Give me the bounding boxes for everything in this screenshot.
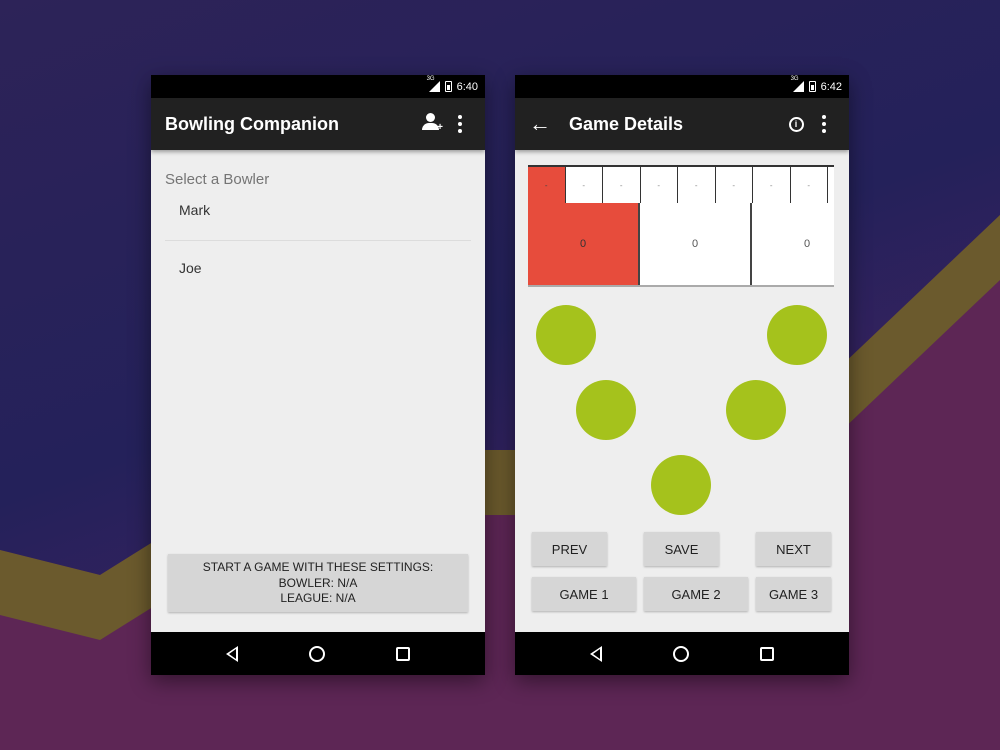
clock: 6:40 [456, 80, 478, 93]
ball-cell[interactable]: - [565, 167, 603, 203]
pin-6[interactable] [726, 380, 786, 440]
status-bar: 3G 6:40 [151, 75, 485, 98]
status-bar: 3G 6:42 [515, 75, 849, 98]
nav-home-icon[interactable] [672, 645, 689, 662]
add-person-icon: + [421, 112, 443, 133]
ball-cell[interactable]: - [640, 167, 678, 203]
overflow-menu-icon [815, 115, 833, 133]
phone-screen-bowler-select: 3G 6:40 Bowling Companion + Select a Bow… [151, 75, 485, 675]
overflow-menu-icon [451, 115, 469, 133]
scoresheet[interactable]: - - - - - - - - - 0 0 0 [528, 165, 834, 287]
ball-cell[interactable]: - [753, 167, 791, 203]
ball-cell[interactable]: - [528, 167, 566, 203]
battery-icon [444, 81, 452, 92]
nav-back-icon[interactable] [590, 645, 603, 662]
phone-screen-game-details: 3G 6:42 ← Game Details i - - - - - - - -… [515, 75, 849, 675]
app-title: Bowling Companion [165, 113, 339, 134]
clock: 6:42 [820, 80, 842, 93]
pin-1[interactable] [651, 455, 711, 515]
game-1-button[interactable]: GAME 1 [532, 577, 636, 611]
game-2-button[interactable]: GAME 2 [644, 577, 748, 611]
ball-row: - - - - - - - - - [528, 165, 834, 203]
ball-cell[interactable]: - [828, 167, 834, 203]
screen-title: Game Details [569, 113, 684, 134]
frame-score[interactable]: 0 [528, 203, 640, 285]
prev-button[interactable]: PREV [532, 532, 607, 566]
frame-row: 0 0 0 [528, 203, 834, 285]
frame-score[interactable]: 0 [640, 203, 752, 285]
add-bowler-button[interactable]: + [417, 112, 447, 137]
info-icon: i [788, 116, 804, 132]
start-button-line: START A GAME WITH THESE SETTINGS: [202, 560, 434, 574]
pin-4[interactable] [576, 380, 636, 440]
bowler-list-item[interactable]: Joe [165, 241, 471, 287]
navigation-bar [151, 632, 485, 675]
ball-cell[interactable]: - [790, 167, 828, 203]
signal-icon: 3G [427, 76, 440, 92]
start-game-button[interactable]: START A GAME WITH THESE SETTINGS: BOWLER… [168, 554, 468, 612]
overflow-menu-button[interactable] [447, 115, 473, 133]
save-button[interactable]: SAVE [644, 532, 719, 566]
nav-recents-icon[interactable] [759, 646, 774, 661]
start-button-line: BOWLER: N/A [278, 575, 358, 590]
frame-score[interactable]: 0 [752, 203, 834, 285]
start-button-line: LEAGUE: N/A [280, 591, 356, 605]
ball-cell[interactable]: - [678, 167, 716, 203]
navigation-bar [515, 632, 849, 675]
battery-icon [808, 81, 816, 92]
signal-icon: 3G [791, 76, 804, 92]
bowler-list: Mark Joe [165, 195, 471, 287]
nav-back-icon[interactable] [226, 645, 239, 662]
background-decoration [0, 215, 1000, 750]
section-label: Select a Bowler [165, 171, 270, 188]
overflow-menu-button[interactable] [811, 115, 837, 133]
app-bar: Bowling Companion + [151, 98, 485, 150]
pin-7[interactable] [536, 305, 596, 365]
nav-home-icon[interactable] [308, 645, 325, 662]
ball-cell[interactable]: - [603, 167, 641, 203]
bowler-list-item[interactable]: Mark [165, 195, 471, 241]
next-button[interactable]: NEXT [756, 532, 831, 566]
game-3-button[interactable]: GAME 3 [756, 577, 831, 611]
info-button[interactable]: i [781, 116, 811, 132]
ball-cell[interactable]: - [715, 167, 753, 203]
app-bar: ← Game Details i [515, 98, 849, 150]
nav-recents-icon[interactable] [395, 646, 410, 661]
pin-10[interactable] [767, 305, 827, 365]
back-arrow-icon[interactable]: ← [529, 111, 555, 137]
